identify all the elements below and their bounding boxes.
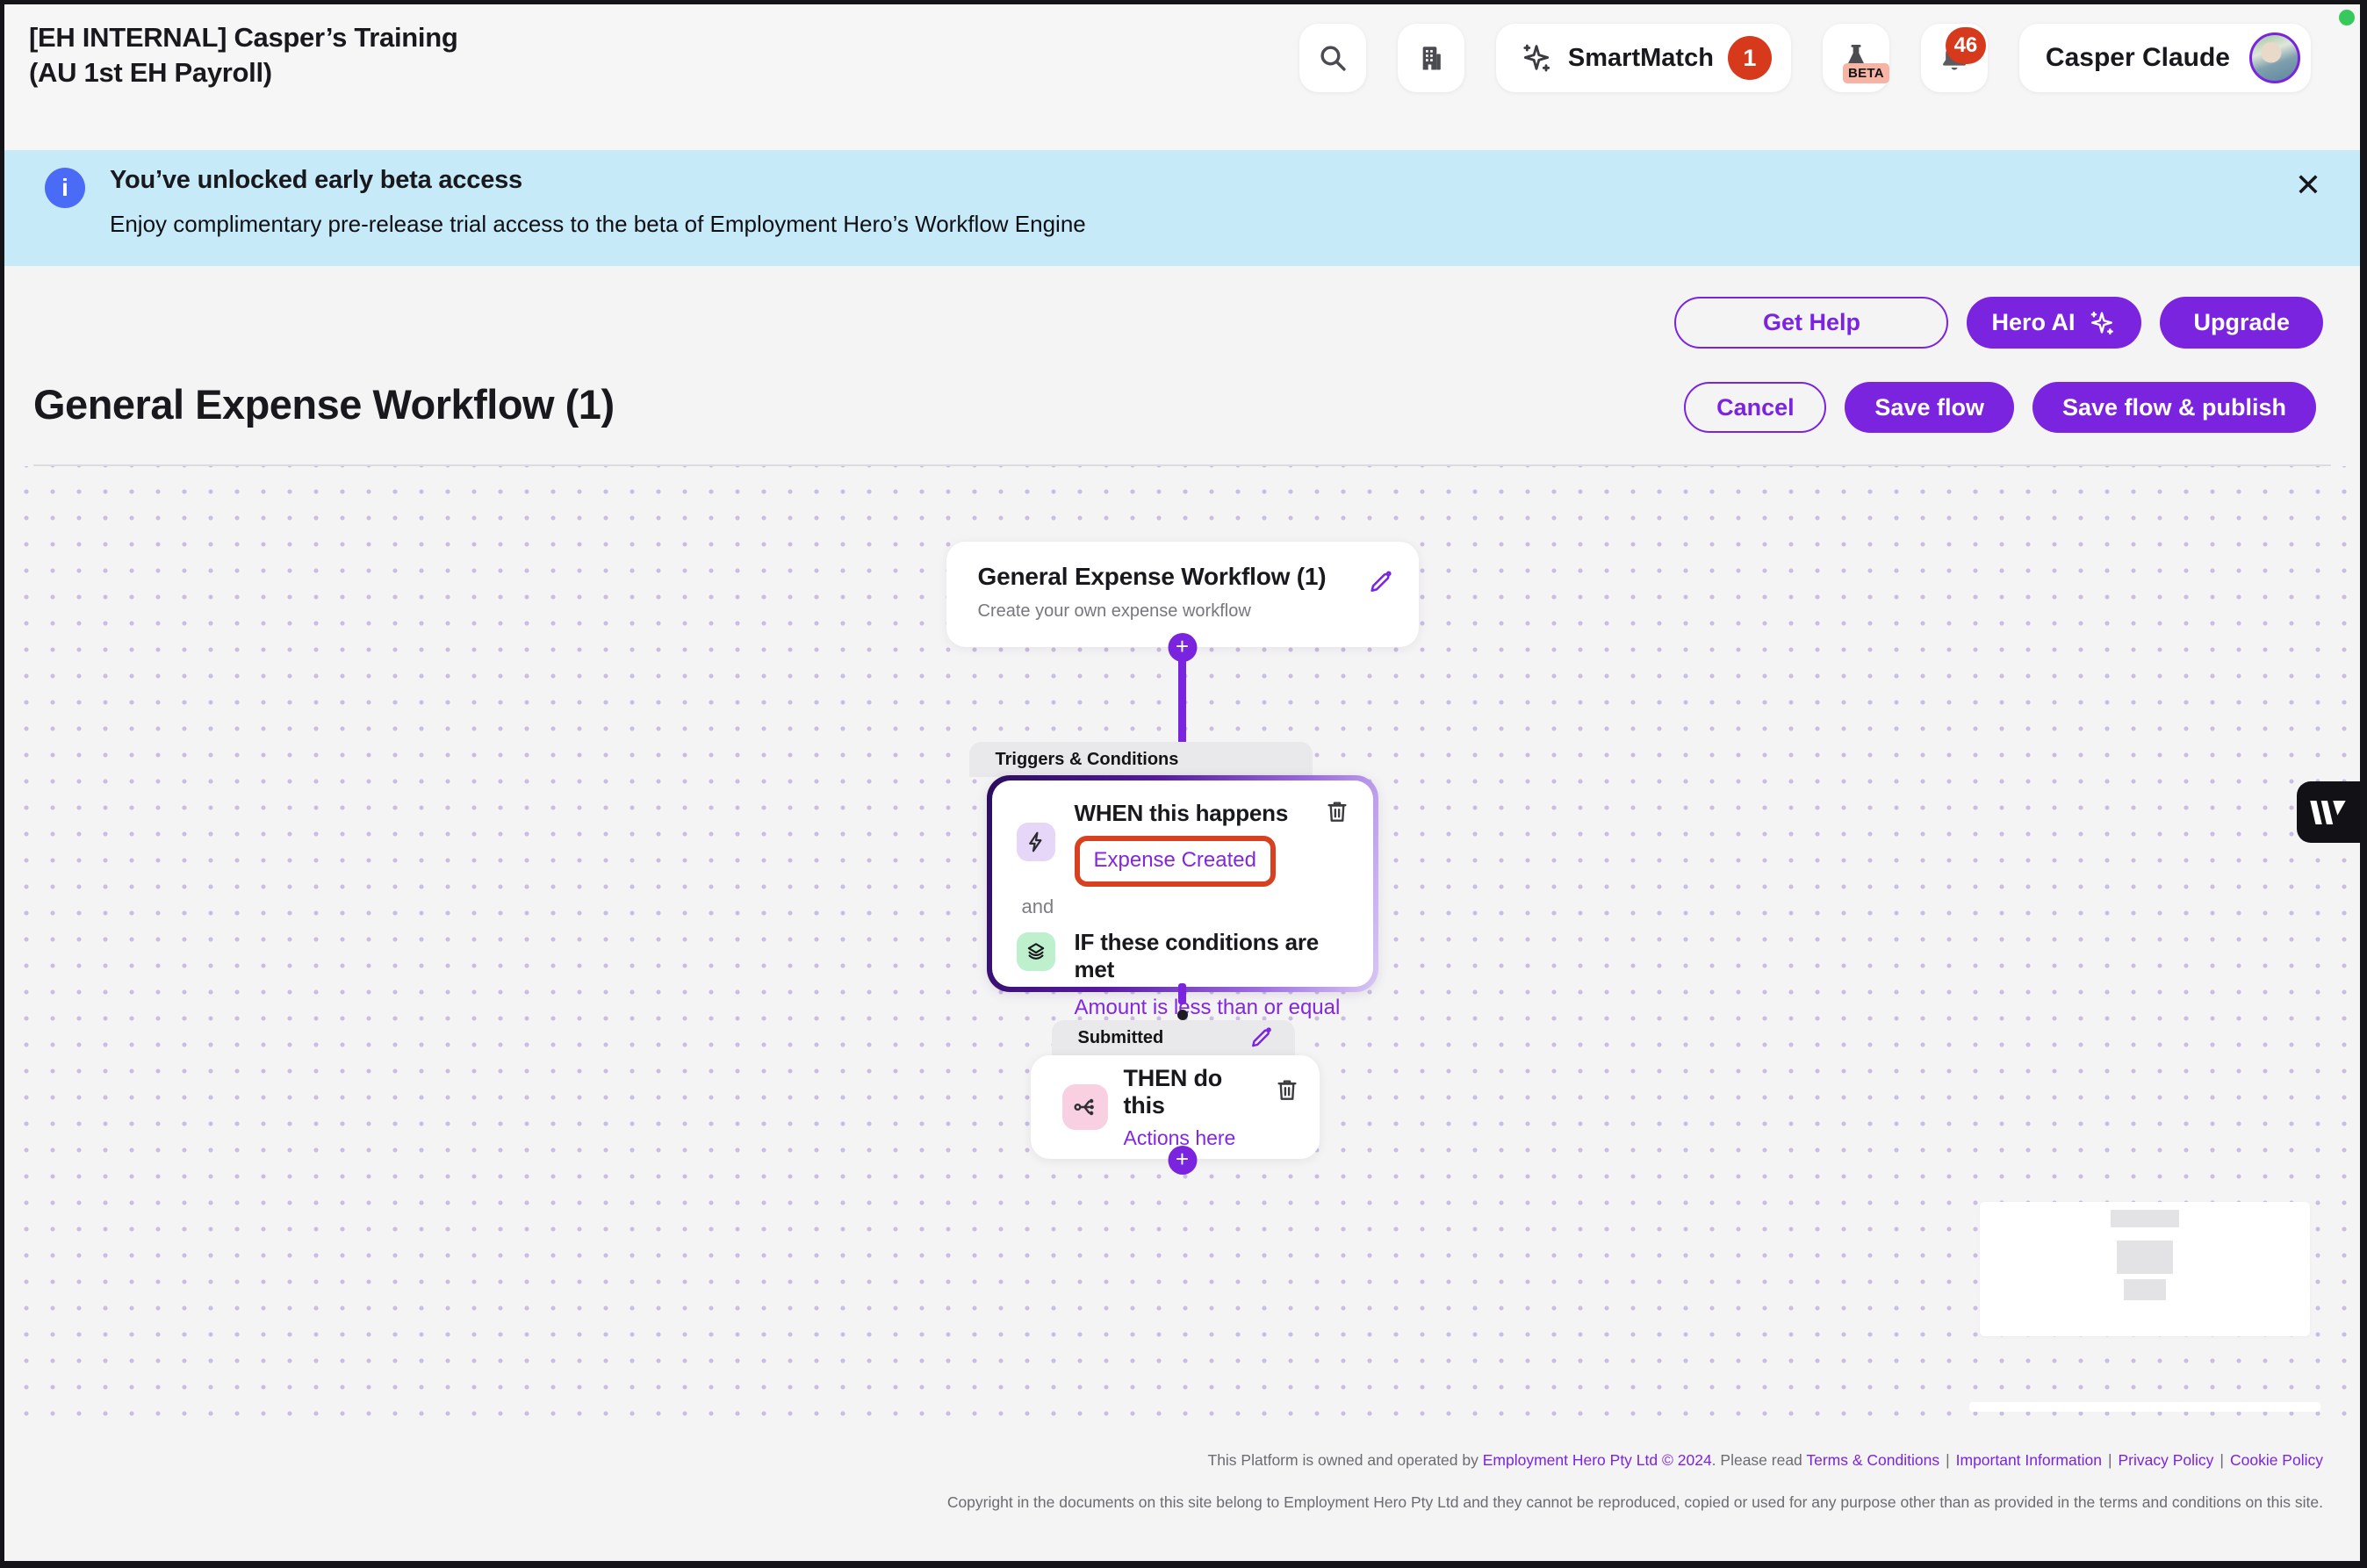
hero-ai-label: Hero AI (1991, 311, 2075, 334)
root-node-subtitle: Create your own expense workflow (978, 601, 1389, 622)
when-value-link[interactable]: Expense Created (1094, 848, 1256, 872)
save-toolbar: Cancel Save flow Save flow & publish (1684, 382, 2316, 433)
root-node-title: General Expense Workflow (1) (978, 563, 1389, 591)
branch-icon (1071, 1093, 1099, 1121)
save-flow-button[interactable]: Save flow (1845, 382, 2014, 433)
top-header: [EH INTERNAL] Casper’s Training (AU 1st … (4, 4, 2360, 150)
trigger-node-border: WHEN this happens Ex (987, 775, 1378, 992)
skeleton-bar (2124, 1279, 2166, 1300)
info-icon: i (45, 168, 85, 208)
submitted-tab-label: Submitted (1078, 1028, 1164, 1048)
footer-line1: This Platform is owned and operated by E… (947, 1451, 2323, 1470)
sparkle-icon (1519, 40, 1554, 76)
building-icon (1415, 42, 1447, 74)
employment-hero-link[interactable]: Employment Hero Pty Ltd © 2024 (1483, 1451, 1712, 1469)
then-heading: THEN do this (1124, 1065, 1253, 1119)
condition-node-icon-bg (1017, 932, 1055, 971)
footer-separator: | (2102, 1451, 2119, 1469)
action-node[interactable]: THEN do this Actions here (1031, 1055, 1320, 1159)
expense-created-highlight[interactable]: Expense Created (1075, 836, 1276, 887)
org-title-line2: (AU 1st EH Payroll) (29, 55, 458, 90)
skeleton-bar (2111, 1210, 2179, 1227)
triggers-conditions-tab[interactable]: Triggers & Conditions (969, 742, 1313, 777)
workflow-flow: General Expense Workflow (1) Create your… (946, 542, 1419, 647)
workflow-root-node[interactable]: General Expense Workflow (1) Create your… (946, 542, 1419, 647)
app-window: [EH INTERNAL] Casper’s Training (AU 1st … (0, 0, 2367, 1568)
hero-ai-button[interactable]: Hero AI (1967, 297, 2141, 349)
beta-labs-button[interactable]: BETA (1823, 24, 1889, 92)
triggers-tab-label: Triggers & Conditions (996, 750, 1179, 770)
footer-separator: | (2213, 1451, 2230, 1469)
delete-action-button[interactable] (1274, 1076, 1300, 1105)
action-node-icon-bg (1062, 1084, 1108, 1130)
loading-widget-strip (1969, 1402, 2320, 1412)
beta-tag: BETA (1843, 63, 1889, 83)
upgrade-button[interactable]: Upgrade (2160, 297, 2323, 349)
connector-dot (1177, 1010, 1188, 1020)
footer: This Platform is owned and operated by E… (947, 1451, 2323, 1512)
search-button[interactable] (1299, 24, 1366, 92)
notifications-button[interactable]: 46 (1921, 24, 1988, 92)
privacy-policy-link[interactable]: Privacy Policy (2119, 1451, 2214, 1469)
banner-text: You’ve unlocked early beta access Enjoy … (110, 166, 1086, 238)
close-banner-button[interactable]: ✕ (2295, 169, 2321, 201)
cancel-button[interactable]: Cancel (1684, 382, 1826, 433)
search-icon (1317, 42, 1349, 74)
org-title: [EH INTERNAL] Casper’s Training (AU 1st … (29, 15, 458, 90)
add-action-button[interactable]: + (1168, 1146, 1197, 1175)
org-title-line1: [EH INTERNAL] Casper’s Training (29, 20, 458, 55)
banner-message: Enjoy complimentary pre-release trial ac… (110, 211, 1086, 238)
edit-stage-button[interactable] (1248, 1025, 1274, 1051)
walkme-widget-tab[interactable] (2297, 781, 2360, 843)
conjunction-label: and (1022, 895, 1350, 918)
footer-text: . Please read (1712, 1451, 1807, 1469)
organisation-button[interactable] (1398, 24, 1464, 92)
add-node-button[interactable]: + (1168, 633, 1197, 662)
edit-workflow-button[interactable] (1366, 568, 1394, 599)
w-logo-icon (2308, 801, 2349, 824)
trash-icon (1324, 798, 1350, 824)
sparkle-icon (2087, 308, 2117, 338)
notifications-badge: 46 (1946, 27, 1986, 64)
footer-line2: Copyright in the documents on this site … (947, 1493, 2323, 1512)
connector-line (1178, 983, 1186, 1004)
pencil-icon (1366, 568, 1394, 596)
page-title: General Expense Workflow (1) (33, 380, 615, 428)
help-toolbar: Get Help Hero AI Upgrade (1674, 297, 2323, 349)
header-actions: SmartMatch 1 BETA 46 Casper Claude (1299, 15, 2311, 92)
smartmatch-label: SmartMatch (1568, 44, 1714, 73)
cookie-policy-link[interactable]: Cookie Policy (2230, 1451, 2323, 1469)
recording-status-dot (2339, 10, 2355, 25)
bolt-icon (1024, 830, 1048, 854)
avatar (2249, 32, 2300, 83)
trigger-node-icon-bg (1017, 823, 1055, 861)
terms-conditions-link[interactable]: Terms & Conditions (1806, 1451, 1939, 1469)
smartmatch-badge: 1 (1728, 36, 1772, 80)
layers-icon (1024, 939, 1048, 964)
profile-name: Casper Claude (2046, 43, 2230, 73)
footer-text: This Platform is owned and operated by (1208, 1451, 1483, 1469)
banner-title: You’ve unlocked early beta access (110, 166, 1086, 195)
trash-icon (1274, 1076, 1300, 1103)
smartmatch-button[interactable]: SmartMatch 1 (1496, 24, 1791, 92)
pencil-icon (1248, 1025, 1274, 1051)
profile-button[interactable]: Casper Claude (2019, 24, 2311, 92)
loading-widget-skeleton (1980, 1202, 2310, 1336)
important-information-link[interactable]: Important Information (1956, 1451, 2102, 1469)
when-heading: WHEN this happens (1075, 800, 1289, 827)
skeleton-bar (2117, 1241, 2173, 1274)
then-value-link[interactable]: Actions here (1124, 1126, 1300, 1150)
get-help-button[interactable]: Get Help (1674, 297, 1948, 349)
footer-separator: | (1939, 1451, 1956, 1469)
trigger-node[interactable]: WHEN this happens Ex (992, 780, 1373, 987)
beta-banner: i You’ve unlocked early beta access Enjo… (4, 150, 2360, 266)
save-flow-publish-button[interactable]: Save flow & publish (2032, 382, 2316, 433)
delete-trigger-button[interactable] (1324, 798, 1350, 827)
if-heading: IF these conditions are met (1075, 929, 1350, 983)
submitted-tab[interactable]: Submitted (1052, 1020, 1295, 1055)
